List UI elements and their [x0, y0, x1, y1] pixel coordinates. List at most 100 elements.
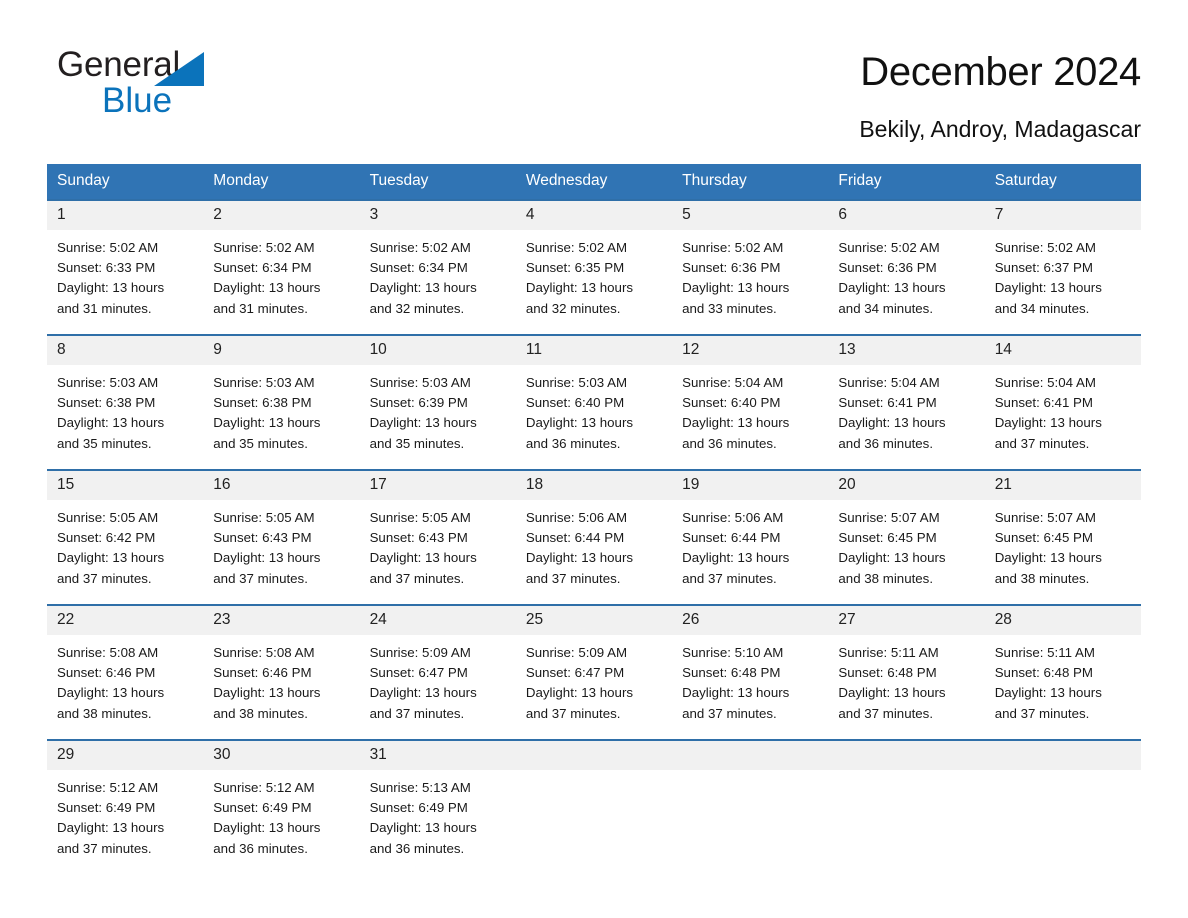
sunrise-text: Sunrise: 5:06 AM [682, 510, 784, 525]
calendar-day-cell[interactable]: 5 Sunrise: 5:02 AM Sunset: 6:36 PM Daylight… [672, 199, 829, 335]
sunrise-text: Sunrise: 5:12 AM [213, 780, 315, 795]
calendar-week-row: 8 Sunrise: 5:03 AM Sunset: 6:38 PM Daylight… [47, 334, 1141, 470]
calendar-body: 1 Sunrise: 5:02 AM Sunset: 6:33 PM Daylight… [47, 199, 1141, 875]
day-sun-info: Sunrise: 5:02 AM Sunset: 6:35 PM Daylight:… [516, 230, 672, 319]
calendar-day-cell[interactable]: 10 Sunrise: 5:03 AM Sunset: 6:39 PM Dayligh… [359, 334, 516, 470]
day-number: 18 [515, 471, 673, 500]
day-sun-info: Sunrise: 5:03 AM Sunset: 6:39 PM Daylight:… [360, 365, 516, 454]
daylight-text-line1: Daylight: 13 hours [57, 415, 165, 431]
sunrise-text: Sunrise: 5:03 AM [525, 375, 628, 390]
daylight-text-line2: and 31 minutes. [213, 300, 308, 316]
calendar-day-cell[interactable]: 3 Sunrise: 5:02 AM Sunset: 6:34 PM Daylight… [359, 199, 516, 335]
calendar-day-cell[interactable]: 21 Sunrise: 5:07 AM Sunset: 6:45 PM Dayligh… [984, 469, 1141, 605]
daylight-text-line2: and 38 minutes. [994, 570, 1090, 586]
calendar-day-cell[interactable]: 6 Sunrise: 5:02 AM Sunset: 6:36 PM Daylight… [828, 199, 985, 335]
sunset-text: Sunset: 6:47 PM [369, 665, 468, 681]
day-sun-info: Sunrise: 5:11 AM Sunset: 6:48 PM Daylight:… [828, 635, 984, 724]
calendar-day-cell[interactable]: 26 Sunrise: 5:10 AM Sunset: 6:48 PM Dayligh… [672, 604, 829, 740]
calendar-day-cell[interactable]: 18 Sunrise: 5:06 AM Sunset: 6:44 PM Dayligh… [515, 469, 673, 605]
calendar-page: General Blue December 2024 Bekily, Andro… [0, 0, 1188, 918]
daylight-text-line2: and 36 minutes. [525, 435, 621, 451]
calendar-day-cell[interactable]: 1 Sunrise: 5:02 AM Sunset: 6:33 PM Daylight… [47, 199, 204, 335]
weekday-header-wednesday: Wednesday [515, 164, 673, 200]
day-sun-info: Sunrise: 5:12 AM Sunset: 6:49 PM Daylight:… [47, 770, 203, 859]
sunrise-text: Sunrise: 5:03 AM [369, 375, 471, 390]
calendar-empty-cell [828, 739, 985, 875]
day-number: 9 [203, 336, 360, 365]
sunrise-text: Sunrise: 5:10 AM [682, 645, 784, 660]
calendar-day-cell[interactable]: 11 Sunrise: 5:03 AM Sunset: 6:40 PM Dayligh… [515, 334, 673, 470]
calendar-day-cell[interactable]: 2 Sunrise: 5:02 AM Sunset: 6:34 PM Daylight… [203, 199, 360, 335]
sunset-text: Sunset: 6:48 PM [682, 665, 781, 681]
calendar-day-cell[interactable]: 20 Sunrise: 5:07 AM Sunset: 6:45 PM Dayligh… [828, 469, 985, 605]
calendar-day-cell[interactable]: 19 Sunrise: 5:06 AM Sunset: 6:44 PM Dayligh… [672, 469, 829, 605]
calendar-day-cell[interactable]: 8 Sunrise: 5:03 AM Sunset: 6:38 PM Daylight… [47, 334, 204, 470]
daylight-text-line1: Daylight: 13 hours [57, 820, 165, 836]
calendar-day-cell[interactable]: 17 Sunrise: 5:05 AM Sunset: 6:43 PM Dayligh… [359, 469, 516, 605]
calendar-day-cell[interactable]: 13 Sunrise: 5:04 AM Sunset: 6:41 PM Dayligh… [828, 334, 985, 470]
sunset-text: Sunset: 6:46 PM [57, 665, 156, 681]
sunset-text: Sunset: 6:41 PM [838, 395, 937, 411]
day-number: 12 [672, 336, 829, 365]
sunset-text: Sunset: 6:42 PM [57, 530, 156, 546]
sunrise-text: Sunrise: 5:03 AM [57, 375, 159, 390]
calendar-day-cell[interactable]: 4 Sunrise: 5:02 AM Sunset: 6:35 PM Daylight… [515, 199, 673, 335]
logo-triangle-icon [154, 52, 204, 86]
calendar-day-cell[interactable]: 23 Sunrise: 5:08 AM Sunset: 6:46 PM Dayligh… [203, 604, 360, 740]
sunrise-text: Sunrise: 5:13 AM [369, 780, 471, 795]
calendar-day-cell[interactable]: 22 Sunrise: 5:08 AM Sunset: 6:46 PM Dayligh… [47, 604, 204, 740]
day-sun-info: Sunrise: 5:05 AM Sunset: 6:43 PM Daylight:… [203, 500, 359, 589]
calendar-day-cell[interactable]: 15 Sunrise: 5:05 AM Sunset: 6:42 PM Dayligh… [47, 469, 204, 605]
sunrise-text: Sunrise: 5:11 AM [994, 645, 1095, 660]
daylight-text-line2: and 32 minutes. [369, 300, 465, 316]
day-sun-info: Sunrise: 5:02 AM Sunset: 6:36 PM Daylight:… [672, 230, 828, 319]
day-sun-info: Sunrise: 5:13 AM Sunset: 6:49 PM Daylight:… [360, 770, 516, 859]
calendar-day-cell[interactable]: 24 Sunrise: 5:09 AM Sunset: 6:47 PM Dayligh… [359, 604, 516, 740]
calendar-day-cell[interactable]: 25 Sunrise: 5:09 AM Sunset: 6:47 PM Dayligh… [515, 604, 673, 740]
daylight-text-line2: and 37 minutes. [525, 705, 621, 721]
day-sun-info: Sunrise: 5:09 AM Sunset: 6:47 PM Daylight:… [360, 635, 516, 724]
calendar-empty-cell [515, 739, 673, 875]
sunset-text: Sunset: 6:37 PM [994, 260, 1093, 276]
day-number: 24 [359, 606, 516, 635]
calendar-day-cell[interactable]: 9 Sunrise: 5:03 AM Sunset: 6:38 PM Daylight… [203, 334, 360, 470]
daylight-text-line1: Daylight: 13 hours [838, 550, 946, 566]
daylight-text-line2: and 32 minutes. [525, 300, 621, 316]
sunrise-text: Sunrise: 5:08 AM [57, 645, 159, 660]
page-title-block: December 2024 Bekily, Androy, Madagascar [859, 46, 1141, 144]
calendar-day-cell[interactable]: 14 Sunrise: 5:04 AM Sunset: 6:41 PM Dayligh… [984, 334, 1141, 470]
sunset-text: Sunset: 6:43 PM [213, 530, 312, 546]
daylight-text-line1: Daylight: 13 hours [525, 550, 634, 566]
day-sun-info: Sunrise: 5:02 AM Sunset: 6:37 PM Daylight:… [985, 230, 1141, 319]
day-sun-info: Sunrise: 5:11 AM Sunset: 6:48 PM Daylight:… [985, 635, 1141, 724]
calendar-week-row: 1 Sunrise: 5:02 AM Sunset: 6:33 PM Daylight… [47, 199, 1141, 335]
calendar-day-cell[interactable]: 29 Sunrise: 5:12 AM Sunset: 6:49 PM Dayligh… [47, 739, 204, 875]
sunrise-text: Sunrise: 5:02 AM [682, 240, 784, 255]
daylight-text-line2: and 34 minutes. [838, 300, 934, 316]
daylight-text-line1: Daylight: 13 hours [682, 685, 790, 701]
day-number: 21 [984, 471, 1141, 500]
page-subtitle-location: Bekily, Androy, Madagascar [859, 116, 1141, 142]
day-sun-info: Sunrise: 5:03 AM Sunset: 6:38 PM Daylight:… [47, 365, 203, 454]
calendar-day-cell[interactable]: 31 Sunrise: 5:13 AM Sunset: 6:49 PM Dayligh… [359, 739, 516, 875]
calendar-day-cell[interactable]: 16 Sunrise: 5:05 AM Sunset: 6:43 PM Dayligh… [203, 469, 360, 605]
sunset-text: Sunset: 6:38 PM [57, 395, 156, 411]
daylight-text-line1: Daylight: 13 hours [369, 280, 477, 296]
sunrise-text: Sunrise: 5:04 AM [994, 375, 1096, 390]
calendar-day-cell[interactable]: 28 Sunrise: 5:11 AM Sunset: 6:48 PM Dayligh… [984, 604, 1141, 740]
sunrise-text: Sunrise: 5:02 AM [838, 240, 940, 255]
daylight-text-line2: and 34 minutes. [994, 300, 1090, 316]
calendar-day-cell[interactable]: 30 Sunrise: 5:12 AM Sunset: 6:49 PM Dayligh… [203, 739, 360, 875]
calendar-day-cell[interactable]: 27 Sunrise: 5:11 AM Sunset: 6:48 PM Dayligh… [828, 604, 985, 740]
daylight-text-line1: Daylight: 13 hours [682, 415, 790, 431]
weekday-header-row: Sunday Monday Tuesday Wednesday Thursday… [47, 164, 1141, 200]
daylight-text-line2: and 37 minutes. [57, 840, 152, 856]
generalblue-logo[interactable]: General Blue [57, 46, 267, 126]
calendar-day-cell[interactable]: 12 Sunrise: 5:04 AM Sunset: 6:40 PM Dayligh… [672, 334, 829, 470]
calendar-day-cell[interactable]: 7 Sunrise: 5:02 AM Sunset: 6:37 PM Daylight… [984, 199, 1141, 335]
daylight-text-line1: Daylight: 13 hours [213, 415, 321, 431]
sunrise-text: Sunrise: 5:05 AM [57, 510, 159, 525]
daylight-text-line1: Daylight: 13 hours [994, 415, 1102, 431]
day-number: 26 [672, 606, 829, 635]
day-number [984, 741, 1141, 770]
